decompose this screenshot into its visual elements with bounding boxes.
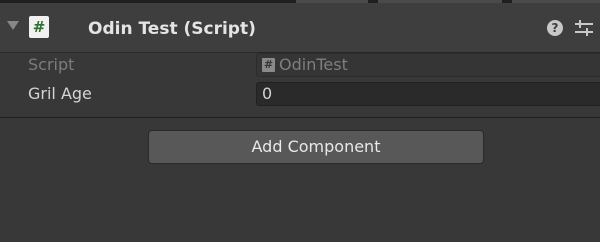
gril-age-value[interactable]: 0 — [262, 83, 272, 105]
help-icon[interactable]: ? — [547, 20, 563, 36]
add-component-button[interactable]: Add Component — [148, 130, 484, 164]
component-title: Odin Test (Script) — [88, 19, 256, 39]
gril-age-label[interactable]: Gril Age — [28, 80, 92, 108]
script-field: # OdinTest — [256, 53, 600, 77]
csharp-script-icon: # — [29, 16, 49, 38]
script-label: Script — [28, 55, 75, 74]
component-divider — [0, 117, 600, 118]
gril-age-input[interactable]: 0 — [256, 82, 600, 106]
gril-age-row: Gril Age 0 — [0, 80, 600, 108]
component-header[interactable]: # Odin Test (Script) ? — [0, 3, 600, 53]
sliders-icon[interactable] — [574, 19, 594, 37]
script-field-value: OdinTest — [279, 55, 348, 74]
triangle-down-icon[interactable] — [7, 21, 19, 30]
script-icon-glyph: # — [32, 18, 46, 36]
script-asset-icon: # — [262, 58, 275, 72]
script-row: Script # OdinTest — [0, 51, 600, 79]
